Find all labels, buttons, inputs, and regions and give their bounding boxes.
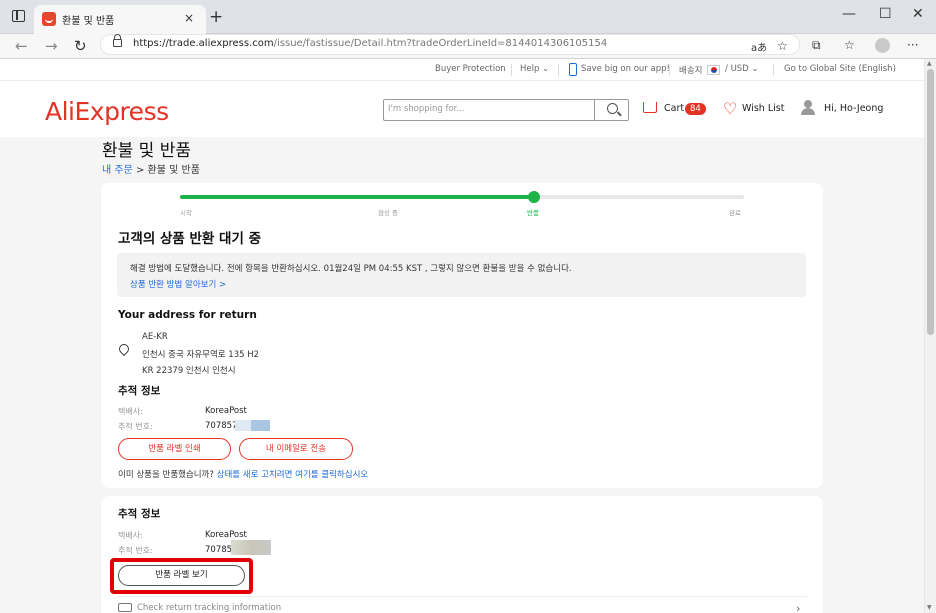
account-greeting[interactable]: Hi, Ho-Jeong <box>824 103 883 114</box>
browser-nav-bar: ← → ↻ https://trade.aliexpress.com/issue… <box>0 34 936 59</box>
read-aloud-icon[interactable]: aあ <box>751 39 767 54</box>
minimize-button[interactable]: — <box>842 6 856 22</box>
page-title: 환불 및 반품 <box>102 141 192 161</box>
highlight-box <box>110 558 253 594</box>
return-address-title: Your address for return <box>118 309 257 321</box>
tab-title: 환불 및 반품 <box>62 16 115 27</box>
profile-avatar[interactable] <box>875 38 890 53</box>
lock-icon[interactable] <box>113 34 122 47</box>
app-promo-link[interactable]: Save big on our app! <box>581 64 670 74</box>
site-header: AliExpress I'm shopping for... Cart 84 ♡… <box>0 81 924 137</box>
tracking-title: 추적 정보 <box>118 385 161 397</box>
tracking-number-label: 추적 번호: <box>118 546 153 555</box>
print-return-label-button[interactable]: 반품 라벨 인쇄 <box>118 438 231 460</box>
progress-track <box>180 195 744 199</box>
breadcrumb-current: 환불 및 반품 <box>147 165 200 176</box>
search-placeholder: I'm shopping for... <box>388 104 465 114</box>
step-return: 반품 <box>527 209 539 217</box>
buyer-protection-link[interactable]: Buyer Protection <box>435 64 506 74</box>
heart-icon[interactable]: ♡ <box>723 99 737 118</box>
divider <box>511 64 512 76</box>
browser-tab-active[interactable]: 환불 및 반품 × <box>34 5 206 34</box>
address-bar[interactable]: https://trade.aliexpress.com/issue/fasti… <box>100 34 800 55</box>
aliexpress-favicon-icon <box>42 12 56 26</box>
cart-link[interactable]: Cart <box>664 103 684 114</box>
extensions-icon[interactable]: ⧉ <box>812 38 821 53</box>
how-to-return-link[interactable]: 상품 반환 방법 알아보기 > <box>130 278 226 290</box>
address-line: KR 22379 인천시 인천시 <box>142 366 236 376</box>
send-to-email-button[interactable]: 내 이메일로 전송 <box>239 438 353 460</box>
new-tab-button[interactable]: + <box>209 7 223 27</box>
carrier-value: KoreaPost <box>205 530 247 540</box>
back-icon[interactable]: ← <box>15 37 28 55</box>
scrollbar-thumb[interactable] <box>927 69 934 335</box>
address-line: 인천시 중국 자유무역로 135 H2 <box>142 350 260 360</box>
carrier-label: 택배사: <box>118 531 143 540</box>
help-menu[interactable]: Help ⌄ <box>520 64 549 74</box>
ship-to-label[interactable]: 배송지 <box>679 64 702 76</box>
collections-icon[interactable]: ☆ <box>844 38 855 52</box>
tab-close-icon[interactable]: × <box>184 11 194 25</box>
page-scrollbar[interactable]: ▲ ▼ <box>924 59 936 613</box>
deadline-info-box: 해결 방법에 도달했습니다. 전에 항목을 반환하십시오. 01월24일 PM … <box>117 253 806 297</box>
chevron-right-icon[interactable]: › <box>796 602 800 613</box>
carrier-label: 택배사: <box>118 407 143 416</box>
url-text[interactable]: https://trade.aliexpress.com/issue/fasti… <box>133 38 607 49</box>
scroll-up-icon[interactable]: ▲ <box>927 60 932 67</box>
user-icon[interactable] <box>801 100 815 115</box>
site-top-strip: Buyer Protection Help ⌄ Save big on our … <box>0 59 924 81</box>
refresh-status-link[interactable]: 상태를 새로 고치려면 여기를 클릭하십시오 <box>217 470 369 480</box>
global-site-link[interactable]: Go to Global Site (English) <box>784 64 896 74</box>
maximize-button[interactable]: ☐ <box>879 6 892 22</box>
cart-count-badge: 84 <box>685 103 706 115</box>
aliexpress-logo[interactable]: AliExpress <box>45 97 169 126</box>
check-tracking-link[interactable]: Check return tracking information <box>137 603 281 613</box>
divider <box>558 64 559 76</box>
tracking-number-value: 707857 <box>205 421 238 431</box>
step-negotiating: 협상 중 <box>378 209 399 217</box>
progress-current-dot <box>528 191 540 203</box>
reload-icon[interactable]: ↻ <box>74 37 87 55</box>
breadcrumb: 내 주문 > 환불 및 반품 <box>102 165 200 176</box>
redacted-tracking-number <box>231 540 271 555</box>
favorite-star-icon[interactable]: ☆ <box>777 39 788 53</box>
divider <box>669 64 670 76</box>
tab-actions-icon[interactable] <box>12 10 25 22</box>
status-title: 고객의 상품 반환 대기 중 <box>118 231 261 247</box>
scroll-down-icon[interactable]: ▼ <box>927 604 932 611</box>
carrier-value: KoreaPost <box>205 406 247 416</box>
currency-select[interactable]: / USD ⌄ <box>725 64 759 74</box>
truck-icon <box>118 603 132 612</box>
redacted-tracking-number <box>235 420 270 431</box>
refresh-status-note: 이미 상품을 반품했습니까? 상태를 새로 고치려면 여기를 클릭하십시오 <box>118 470 369 480</box>
progress-fill <box>180 195 534 199</box>
search-button[interactable] <box>594 99 629 121</box>
close-window-button[interactable]: ✕ <box>912 6 924 22</box>
wishlist-link[interactable]: Wish List <box>742 103 784 114</box>
forward-icon[interactable]: → <box>45 37 58 55</box>
divider <box>118 596 807 597</box>
tracking-title: 추적 정보 <box>118 508 161 520</box>
breadcrumb-my-orders[interactable]: 내 주문 <box>102 165 133 176</box>
browser-tab-bar: 환불 및 반품 × + — ☐ ✕ <box>0 0 936 34</box>
divider <box>773 64 774 76</box>
search-icon <box>607 103 618 114</box>
step-start: 시작 <box>180 209 192 217</box>
settings-menu-icon[interactable]: ··· <box>907 38 918 52</box>
deadline-text: 해결 방법에 도달했습니다. 전에 항목을 반환하십시오. 01월24일 PM … <box>130 264 572 274</box>
address-line: AE-KR <box>142 332 168 342</box>
tracking-number-label: 추적 번호: <box>118 422 153 431</box>
step-complete: 완료 <box>729 209 741 217</box>
korea-flag-icon[interactable] <box>707 65 720 75</box>
search-input[interactable]: I'm shopping for... <box>383 99 629 121</box>
cart-icon[interactable] <box>643 102 657 113</box>
phone-icon <box>569 63 577 76</box>
